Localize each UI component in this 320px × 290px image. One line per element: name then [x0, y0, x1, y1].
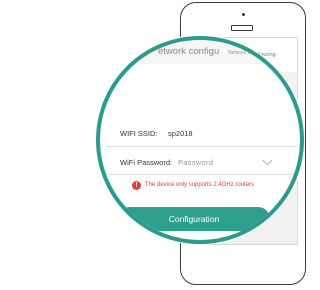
wifi-ssid-label: WIFI SSID: [120, 129, 158, 138]
phone-speaker-icon [242, 13, 245, 16]
warning-text: The device only supports 2.4GHz routers [145, 182, 255, 188]
magnified-screen-title: Network configuring [228, 50, 273, 56]
wifi-password-input[interactable]: Password [178, 158, 213, 167]
magnifier-lens: etwork configu Network configuring WIFI … [96, 36, 304, 244]
password-divider [106, 174, 296, 175]
wifi-password-label: WiFi Password: [120, 158, 173, 167]
magnified-header-title: etwork configu [158, 46, 220, 57]
warning-icon: ! [132, 181, 141, 190]
home-button-icon [231, 25, 253, 31]
wifi-ssid-value[interactable]: sp2018 [168, 129, 193, 138]
chevron-down-icon[interactable] [262, 155, 273, 166]
ssid-divider [106, 146, 296, 147]
configuration-button[interactable]: Configuration [118, 207, 270, 231]
